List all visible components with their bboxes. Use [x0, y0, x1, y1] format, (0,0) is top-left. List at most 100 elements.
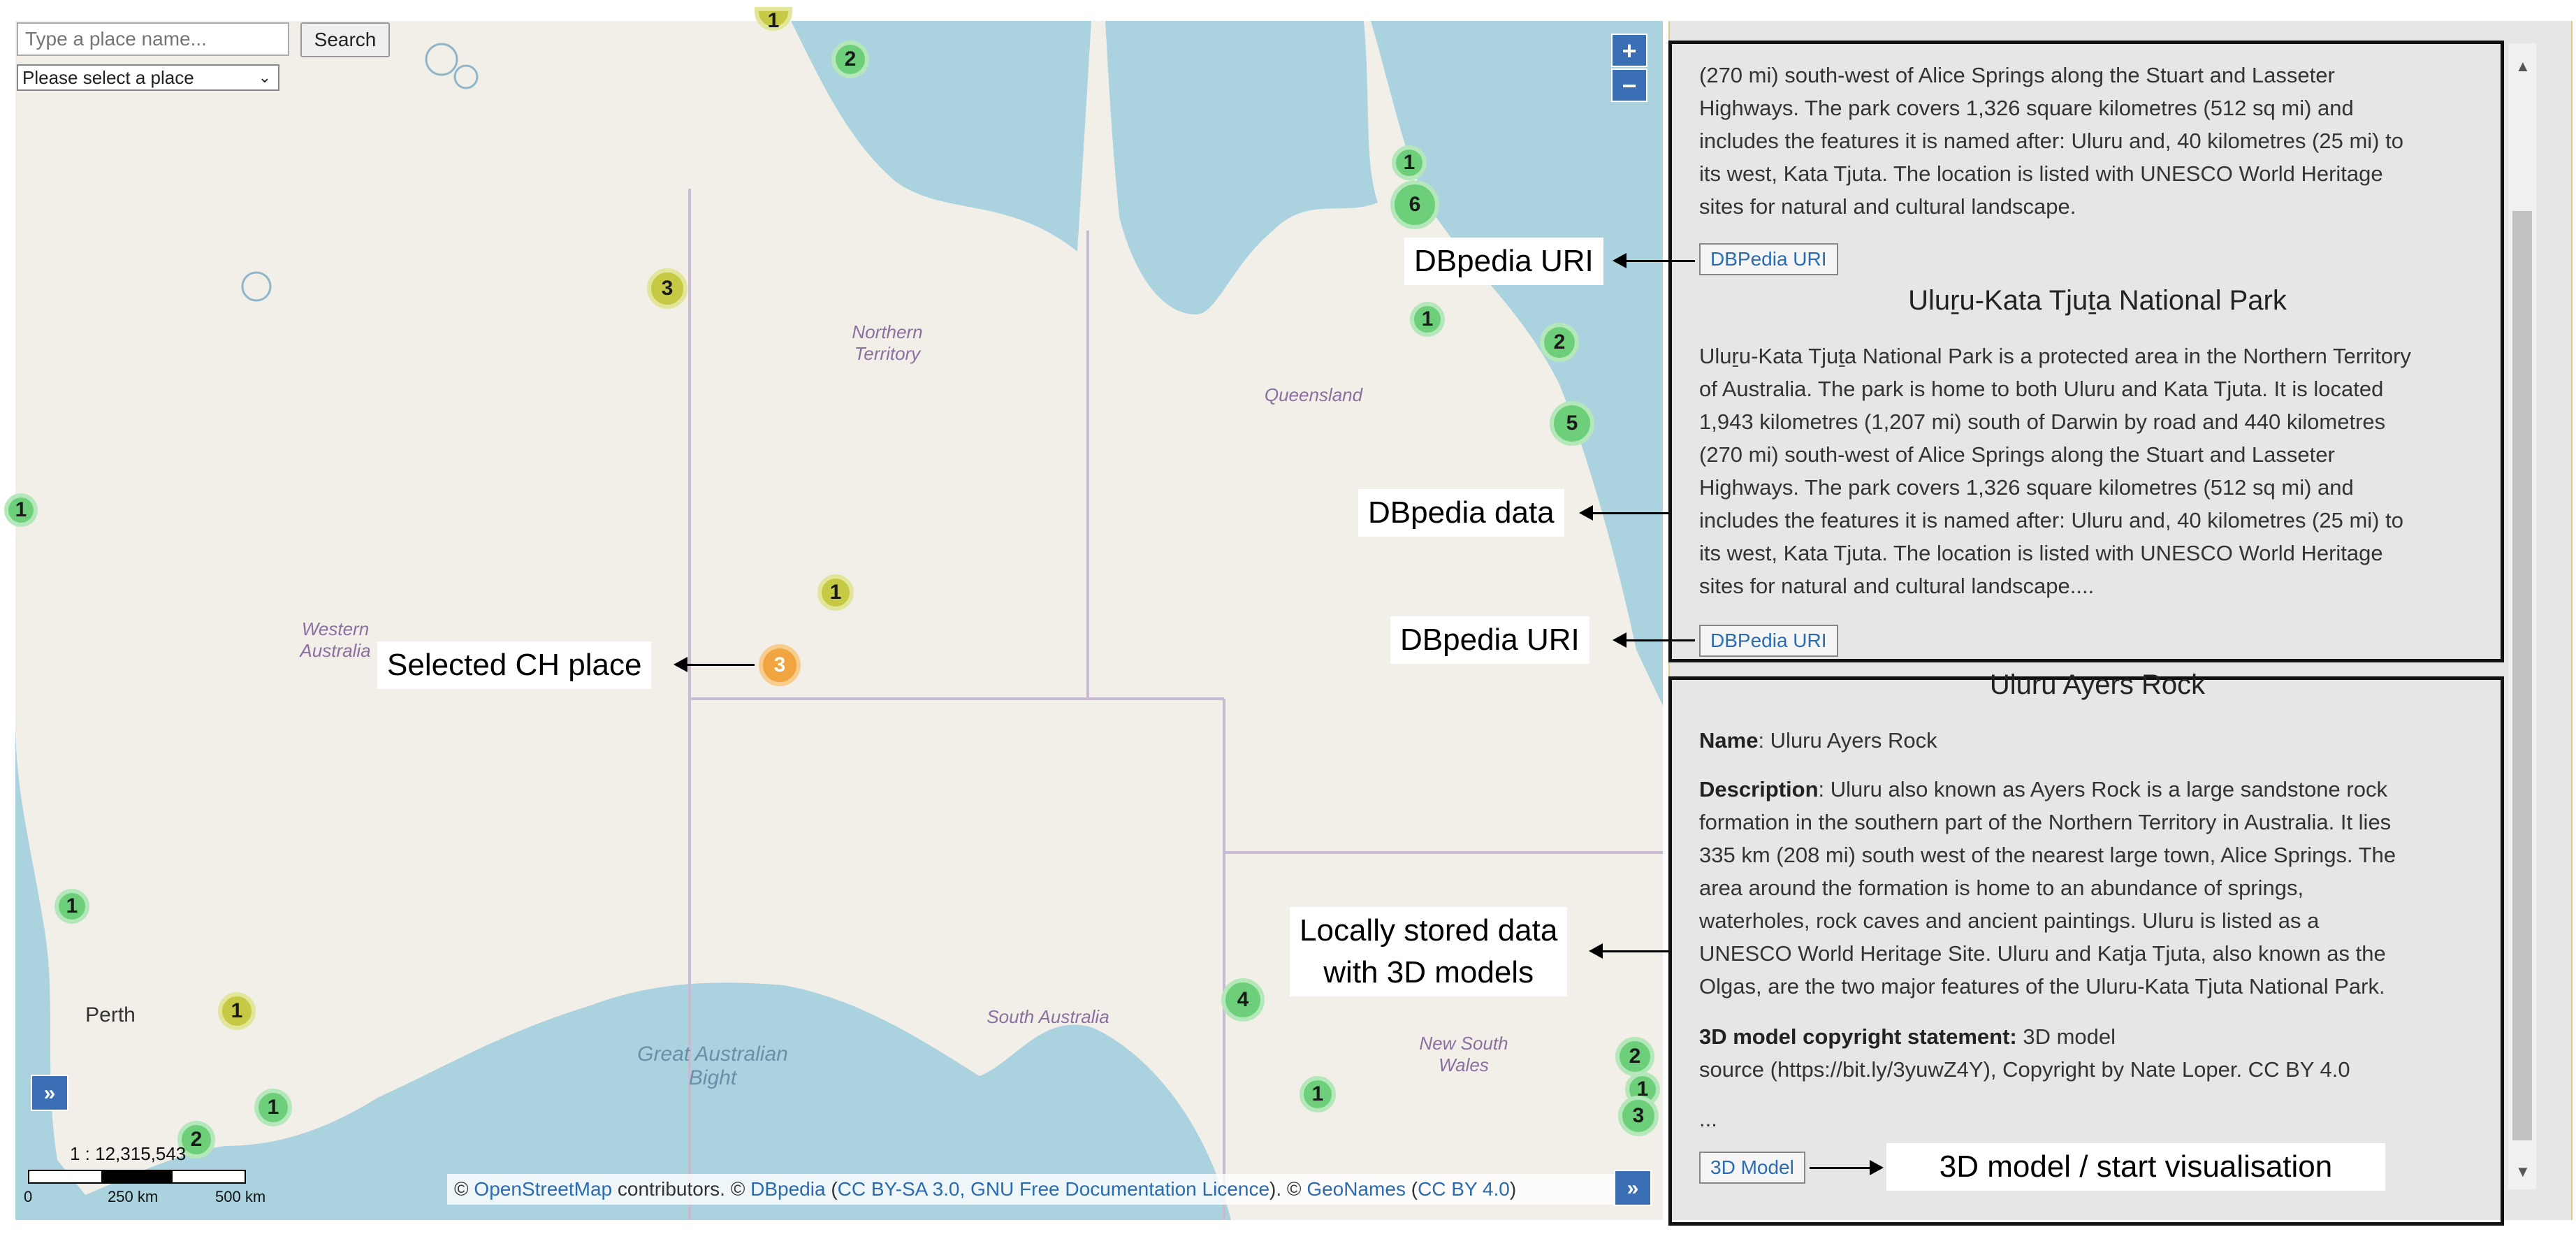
label-great-australian-bight: Great Australian Bight: [637, 1043, 788, 1089]
local-name: Name: Uluru Ayers Rock: [1699, 724, 1937, 757]
text-line: Olgas, are the two major features of the…: [1699, 974, 2385, 999]
ellipsis: ...: [1699, 1107, 1717, 1131]
attr-text: ). ©: [1269, 1178, 1307, 1200]
text-line: includes the features it is named after:…: [1699, 129, 2403, 153]
geonames-link[interactable]: GeoNames: [1307, 1178, 1406, 1200]
text-line: its west, Kata Tjuta. The location is li…: [1699, 541, 2383, 565]
attr-text: ©: [454, 1178, 474, 1200]
callout-dbpedia-uri-2: DBpedia URI: [1390, 616, 1589, 664]
dbpedia-uri-button[interactable]: DBPedia URI: [1699, 243, 1838, 275]
park-description: Uluṟu-Kata Tjuṯa National Park is a prot…: [1699, 340, 2411, 602]
text-line: waterholes, rock caves and ancient paint…: [1699, 908, 2320, 933]
dbpedia-uri-button-2[interactable]: DBPedia URI: [1699, 625, 1838, 657]
search-input[interactable]: [17, 22, 289, 56]
cluster-marker[interactable]: 1: [1392, 145, 1427, 180]
arrow-right-icon: [1810, 1160, 1884, 1175]
arrow-left-icon: [674, 657, 755, 672]
text-line: (270 mi) south-west of Alice Springs alo…: [1699, 442, 2335, 467]
scale-tick-500: 500 km: [215, 1188, 266, 1205]
expand-left-button[interactable]: »: [31, 1075, 68, 1111]
cluster-marker[interactable]: 2: [1615, 1037, 1654, 1076]
cluster-marker[interactable]: 1: [54, 889, 89, 924]
license-link[interactable]: CC BY-SA 3.0, GNU Free Documentation Lic…: [838, 1178, 1269, 1200]
attr-text: (: [825, 1178, 838, 1200]
text-line: area around the formation is home to an …: [1699, 876, 2304, 900]
text-line: : Uluru also known as Ayers Rock is a la…: [1818, 777, 2387, 801]
cluster-marker[interactable]: 1: [817, 574, 854, 611]
attr-text: contributors. ©: [612, 1178, 751, 1200]
text-line: source (https://bit.ly/3yuwZ4Y), Copyrig…: [1699, 1057, 2350, 1082]
selected-ch-place-marker[interactable]: 3: [759, 644, 801, 686]
arrow-left-icon: [1589, 943, 1668, 959]
scale-tick-250: 250 km: [108, 1188, 159, 1205]
copyright-statement: 3D model copyright statement: 3D model s…: [1699, 1020, 2350, 1086]
dbpedia-link[interactable]: DBpedia: [750, 1178, 825, 1200]
osm-link[interactable]: OpenStreetMap: [474, 1178, 612, 1200]
label-western-australia: Western Australia: [300, 618, 371, 661]
park-title: Uluṟu-Kata Tjuṯa National Park: [1908, 285, 2287, 316]
text-line: its west, Kata Tjuta. The location is li…: [1699, 161, 2383, 186]
scroll-up-icon[interactable]: ▲: [2515, 57, 2531, 75]
ccby-link[interactable]: CC BY 4.0: [1418, 1178, 1510, 1200]
cluster-marker[interactable]: 1: [218, 992, 256, 1030]
text-line: 3D model: [2016, 1024, 2116, 1049]
label-new-south-wales: New South Wales: [1419, 1033, 1508, 1075]
label-perth: Perth: [85, 1003, 136, 1026]
attr-text: ): [1509, 1178, 1517, 1200]
label-queensland: Queensland: [1264, 384, 1363, 405]
text-line: formation in the southern part of the No…: [1699, 810, 2392, 834]
cluster-marker[interactable]: 2: [1540, 323, 1579, 362]
chevron-down-icon: ⌄: [258, 68, 271, 86]
text-line: UNESCO World Heritage Site. Uluru and Ka…: [1699, 941, 2386, 966]
scroll-down-icon[interactable]: ▼: [2515, 1163, 2531, 1181]
scale-tick-0: 0: [24, 1188, 33, 1205]
arrow-left-icon: [1613, 632, 1695, 648]
text-line: sites for natural and cultural landscape…: [1699, 574, 2095, 598]
zoom-out-button[interactable]: −: [1611, 68, 1647, 102]
3d-model-button[interactable]: 3D Model: [1699, 1152, 1805, 1184]
callout-3d-model: 3D model / start visualisation: [1886, 1143, 2385, 1191]
cluster-marker[interactable]: 3: [1618, 1096, 1659, 1136]
callout-local-data: Locally stored data with 3D models: [1290, 907, 1568, 996]
callout-dbpedia-data: DBpedia data: [1358, 489, 1564, 537]
cluster-marker[interactable]: 1: [4, 493, 38, 527]
arrow-left-icon: [1579, 505, 1668, 521]
expand-right-button[interactable]: »: [1614, 1170, 1652, 1206]
text-line: 335 km (208 mi) south west of the neares…: [1699, 843, 2396, 867]
callout-dbpedia-uri: DBpedia URI: [1404, 238, 1603, 285]
place-select[interactable]: Please select a place ⌄: [17, 64, 279, 91]
attr-text: (: [1405, 1178, 1418, 1200]
text-line: (270 mi) south-west of Alice Springs alo…: [1699, 63, 2335, 87]
cluster-marker[interactable]: 1: [1410, 302, 1445, 337]
search-button[interactable]: Search: [300, 22, 390, 57]
panel-scrollbar[interactable]: ▲ ▼: [2508, 43, 2536, 1189]
zoom-in-button[interactable]: +: [1611, 34, 1647, 67]
label-south-australia: South Australia: [987, 1006, 1109, 1027]
dbpedia-top-text: (270 mi) south-west of Alice Springs alo…: [1699, 59, 2403, 223]
cluster-marker[interactable]: 1: [1300, 1076, 1336, 1112]
arrow-left-icon: [1613, 253, 1695, 268]
copyright-label: 3D model copyright statement:: [1699, 1024, 2017, 1049]
text-line: includes the features it is named after:…: [1699, 508, 2403, 532]
local-title: Uluru Ayers Rock: [1989, 669, 2206, 700]
cluster-marker[interactable]: 4: [1221, 978, 1265, 1022]
cluster-marker[interactable]: 3: [647, 268, 687, 309]
label-northern-territory: Northern Territory: [852, 321, 923, 364]
text-line: of Australia. The park is home to both U…: [1699, 377, 2384, 401]
local-description: Description: Uluru also known as Ayers R…: [1699, 773, 2396, 1003]
text-line: Highways. The park covers 1,326 square k…: [1699, 96, 2354, 120]
text-line: Highways. The park covers 1,326 square k…: [1699, 475, 2354, 500]
name-label: Name: [1699, 728, 1759, 753]
cluster-marker[interactable]: 5: [1550, 401, 1594, 446]
name-value: : Uluru Ayers Rock: [1758, 728, 1937, 753]
text-line: Uluṟu-Kata Tjuṯa National Park is a prot…: [1699, 344, 2411, 368]
cluster-marker[interactable]: 1: [254, 1089, 292, 1126]
cluster-marker[interactable]: 6: [1390, 180, 1439, 229]
scroll-thumb[interactable]: [2512, 211, 2532, 1140]
scale-ratio: 1 : 12,315,543: [70, 1143, 187, 1164]
cluster-marker[interactable]: 2: [831, 41, 869, 78]
map-attribution: © OpenStreetMap contributors. © DBpedia …: [447, 1174, 1614, 1205]
text-line: 1,943 kilometres (1,207 mi) south of Dar…: [1699, 409, 2386, 434]
text-line: sites for natural and cultural landscape…: [1699, 194, 2076, 219]
description-label: Description: [1699, 777, 1819, 801]
